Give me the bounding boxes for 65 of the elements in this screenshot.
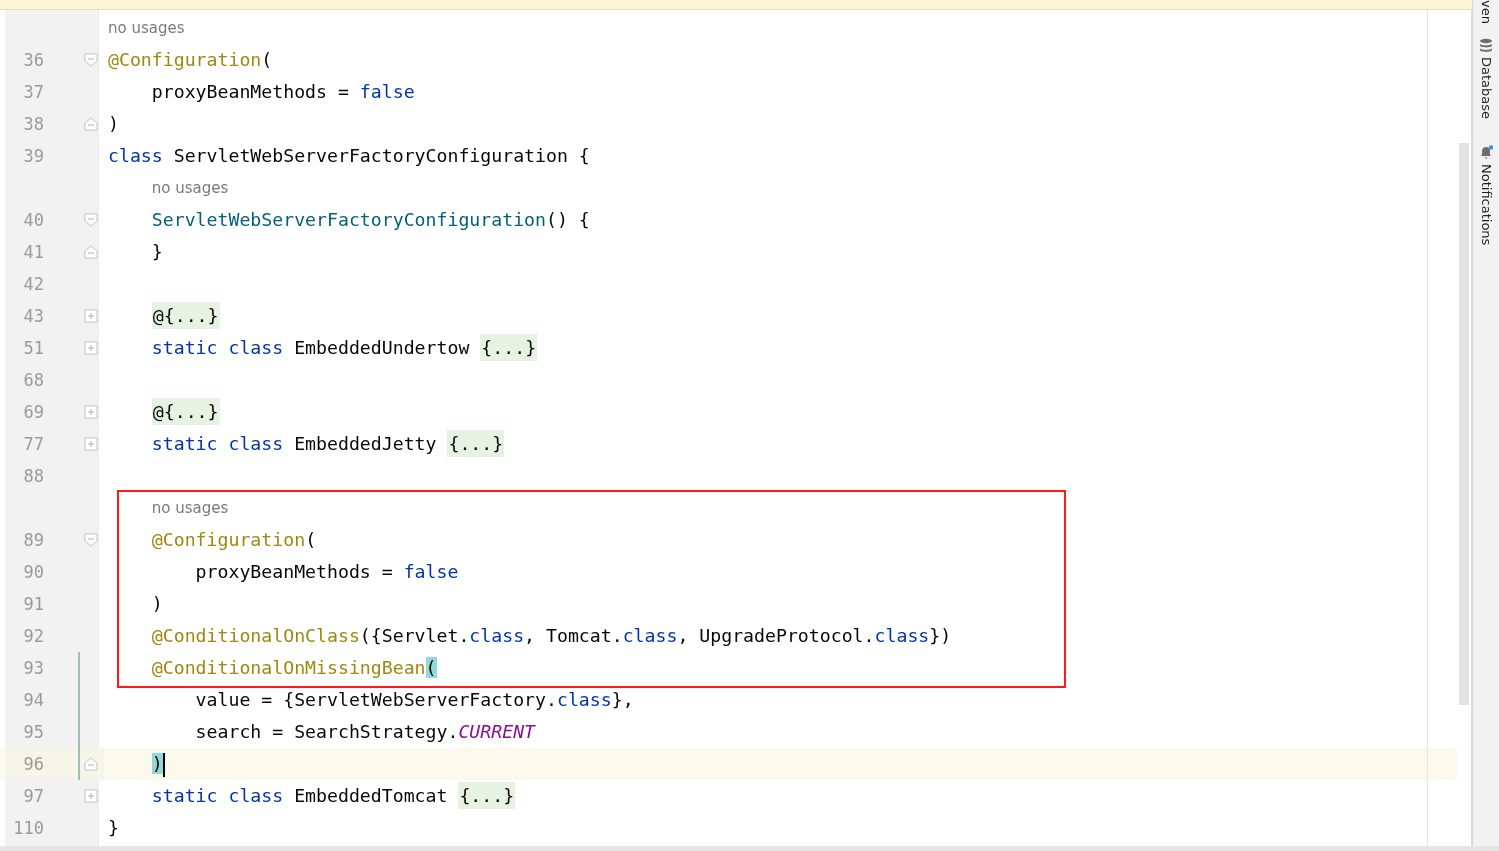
change-marker[interactable] — [78, 684, 80, 716]
code-line: ) — [108, 112, 119, 136]
fold-icon[interactable] — [84, 117, 98, 131]
line-number: 40 — [22, 210, 44, 230]
fold-icon[interactable] — [84, 533, 98, 547]
code-line: static class EmbeddedJetty {...} — [108, 429, 505, 459]
code-line: @ConditionalOnClass({Servlet.class, Tomcat.class, UpgradeProtocol.class}) — [150, 624, 952, 648]
expand-icon[interactable] — [84, 437, 98, 451]
line-number: 95 — [22, 722, 44, 742]
line-number: 97 — [22, 786, 44, 806]
line-number: 93 — [22, 658, 44, 678]
code-line: static class EmbeddedTomcat {...} — [108, 781, 516, 811]
usage-hint[interactable]: no usages — [108, 19, 185, 37]
line-number: 42 — [22, 274, 44, 294]
code-line: search = SearchStrategy.CURRENT — [194, 720, 536, 744]
code-line: ) — [108, 749, 165, 779]
code-line: static class EmbeddedUndertow {...} — [108, 333, 538, 363]
expand-icon[interactable] — [84, 405, 98, 419]
fold-icon[interactable] — [84, 53, 98, 67]
line-number: 88 — [22, 466, 44, 486]
code-line: @ConditionalOnMissingBean( — [150, 656, 437, 680]
usage-hint[interactable]: no usages — [151, 179, 229, 197]
line-number: 91 — [22, 594, 44, 614]
line-number: 43 — [22, 306, 44, 326]
expand-icon[interactable] — [84, 309, 98, 323]
line-number: 69 — [22, 402, 44, 422]
line-number: 90 — [22, 562, 44, 582]
code-line: } — [150, 240, 163, 264]
tool-window-button[interactable]: ven — [1478, 0, 1494, 24]
change-marker[interactable] — [78, 652, 80, 684]
tool-window-button[interactable]: Notifications — [1478, 144, 1494, 246]
fold-icon[interactable] — [84, 245, 98, 259]
line-number: 92 — [22, 626, 44, 646]
scrollbar-thumb[interactable] — [1459, 143, 1469, 705]
line-number: 68 — [22, 370, 44, 390]
line-number: 41 — [22, 242, 44, 262]
code-line: @Configuration( — [108, 48, 273, 72]
expand-icon[interactable] — [84, 341, 98, 355]
fold-icon[interactable] — [84, 213, 98, 227]
line-number: 89 — [22, 530, 44, 550]
line-number: 37 — [22, 82, 44, 102]
code-line: ServletWebServerFactoryConfiguration() { — [150, 208, 590, 232]
fold-icon[interactable] — [84, 757, 98, 771]
code-line: ) — [150, 592, 163, 616]
line-number: 39 — [22, 146, 44, 166]
tool-window-button[interactable]: Database — [1478, 37, 1494, 119]
change-marker[interactable] — [78, 748, 80, 780]
line-number: 36 — [22, 50, 44, 70]
line-number: 51 — [22, 338, 44, 358]
code-line: proxyBeanMethods = false — [194, 560, 459, 584]
code-line: } — [108, 816, 119, 840]
code-line: class ServletWebServerFactoryConfiguration { — [108, 144, 590, 168]
database-icon — [1479, 37, 1493, 53]
line-number: 94 — [22, 690, 44, 710]
code-line: @Configuration( — [150, 528, 317, 552]
code-line: proxyBeanMethods = false — [150, 80, 415, 104]
code-line: value = {ServletWebServerFactory.class}, — [194, 688, 634, 712]
line-number: 77 — [22, 434, 44, 454]
expand-icon[interactable] — [84, 789, 98, 803]
usage-hint[interactable]: no usages — [151, 499, 229, 517]
line-number: 110 — [12, 818, 44, 838]
line-number: 96 — [22, 754, 44, 774]
line-number: 38 — [22, 114, 44, 134]
bell-icon — [1479, 144, 1493, 160]
change-marker[interactable] — [78, 716, 80, 748]
